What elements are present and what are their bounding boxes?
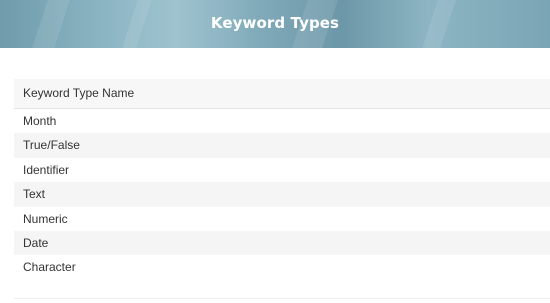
keyword-types-table: Keyword Type Name Month True/False Ident… <box>14 79 550 280</box>
table-row[interactable]: Month <box>14 109 550 133</box>
table-row[interactable]: Text <box>14 182 550 207</box>
table-bottom-divider <box>14 298 550 299</box>
row-cell: Numeric <box>23 211 68 226</box>
page-banner: Keyword Types <box>0 0 550 48</box>
table-row[interactable]: Date <box>14 230 550 256</box>
row-cell: Month <box>23 114 57 128</box>
table-row[interactable]: Identifier <box>14 158 550 182</box>
row-cell: Character <box>23 260 76 275</box>
column-header-keyword-type-name[interactable]: Keyword Type Name <box>14 79 550 108</box>
row-cell: True/False <box>23 138 80 153</box>
table-header-row: Keyword Type Name <box>14 79 550 109</box>
table-row[interactable]: True/False <box>14 133 550 158</box>
row-cell: Date <box>23 235 49 250</box>
table-row[interactable]: Numeric <box>14 207 550 231</box>
row-cell: Text <box>23 187 46 202</box>
table-row[interactable]: Character <box>14 255 550 279</box>
row-cell: Identifier <box>23 162 70 177</box>
page-title: Keyword Types <box>210 14 340 32</box>
